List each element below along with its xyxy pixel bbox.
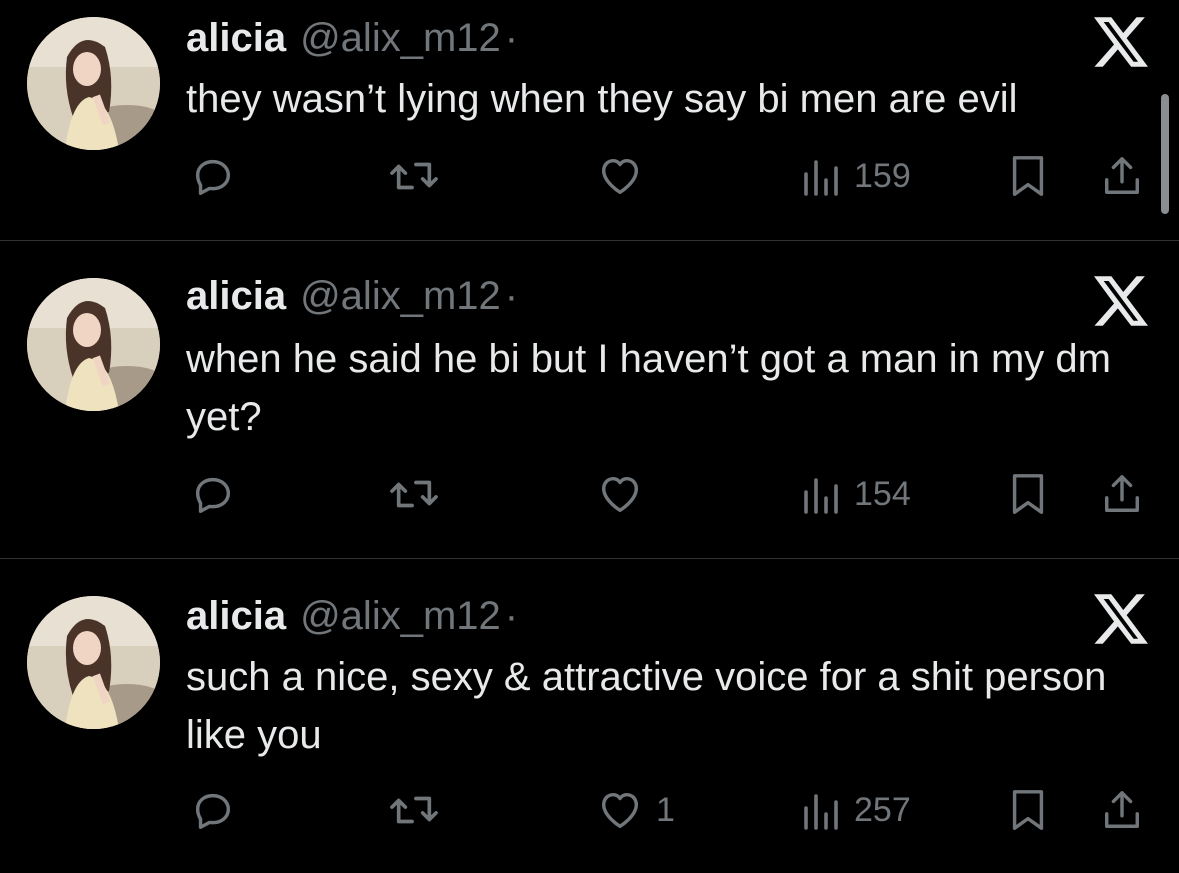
share-button[interactable]	[1101, 151, 1143, 201]
retweet-icon	[390, 162, 438, 190]
username-handle[interactable]: @alix_m12	[300, 272, 501, 320]
reply-button[interactable]	[190, 469, 236, 519]
share-icon	[1105, 475, 1139, 512]
bookmark-icon	[1012, 790, 1044, 830]
bookmark-button[interactable]	[1008, 469, 1048, 519]
reply-button[interactable]	[190, 785, 236, 835]
action-bar: 159	[0, 151, 1179, 201]
retweet-button[interactable]	[388, 469, 440, 519]
tweet-divider	[0, 240, 1179, 241]
heart-icon	[601, 476, 639, 513]
views-button[interactable]: 154	[802, 469, 911, 519]
action-bar: 1 257	[0, 785, 1179, 835]
view-count: 257	[854, 790, 911, 829]
tweet-header: alicia @alix_m12 ·	[186, 14, 518, 62]
tweet[interactable]: alicia @alix_m12 · they wasn’t lying whe…	[0, 0, 1179, 240]
views-icon	[804, 478, 838, 514]
reply-icon	[195, 793, 231, 829]
tweet-text: such a nice, sexy & attractive voice for…	[186, 655, 1107, 757]
avatar-illustration	[27, 278, 160, 411]
share-button[interactable]	[1101, 785, 1143, 835]
x-logo-icon[interactable]	[1094, 594, 1148, 644]
like-count: 1	[656, 790, 675, 829]
display-name[interactable]: alicia	[186, 592, 286, 640]
reply-icon	[195, 159, 231, 195]
views-button[interactable]: 257	[802, 785, 911, 835]
action-bar: 154	[0, 469, 1179, 519]
avatar[interactable]	[27, 278, 160, 411]
retweet-icon	[390, 796, 438, 824]
retweet-icon	[390, 480, 438, 508]
bookmark-icon	[1012, 474, 1044, 514]
like-button[interactable]: 1	[596, 785, 675, 835]
heart-icon	[601, 792, 639, 829]
display-name[interactable]: alicia	[186, 272, 286, 320]
bookmark-button[interactable]	[1008, 151, 1048, 201]
tweet-header: alicia @alix_m12 ·	[186, 592, 518, 640]
bookmark-icon	[1012, 156, 1044, 196]
tweet-divider	[0, 558, 1179, 559]
retweet-button[interactable]	[388, 151, 440, 201]
share-icon	[1105, 791, 1139, 828]
share-button[interactable]	[1101, 469, 1143, 519]
heart-icon	[601, 158, 639, 195]
avatar[interactable]	[27, 17, 160, 150]
scrollbar[interactable]	[1161, 94, 1169, 214]
like-button[interactable]	[596, 151, 656, 201]
username-handle[interactable]: @alix_m12	[300, 14, 501, 62]
like-button[interactable]	[596, 469, 656, 519]
view-count: 159	[854, 156, 911, 195]
view-count: 154	[854, 474, 911, 513]
tweet-text: they wasn’t lying when they say bi men a…	[186, 77, 1018, 121]
avatar[interactable]	[27, 596, 160, 729]
reply-icon	[195, 477, 231, 513]
tweet-text: when he said he bi but I haven’t got a m…	[186, 337, 1111, 439]
tweet[interactable]: alicia @alix_m12 · when he said he bi bu…	[0, 242, 1179, 558]
retweet-button[interactable]	[388, 785, 440, 835]
avatar-illustration	[27, 17, 160, 150]
tweet-feed: alicia @alix_m12 · they wasn’t lying whe…	[0, 0, 1179, 873]
separator-dot: ·	[504, 594, 519, 638]
reply-button[interactable]	[190, 151, 236, 201]
share-icon	[1105, 157, 1139, 194]
bookmark-button[interactable]	[1008, 785, 1048, 835]
x-logo-icon[interactable]	[1094, 276, 1148, 326]
separator-dot: ·	[504, 16, 519, 60]
avatar-illustration	[27, 596, 160, 729]
views-icon	[804, 160, 838, 196]
x-logo-icon[interactable]	[1094, 17, 1148, 67]
username-handle[interactable]: @alix_m12	[300, 592, 501, 640]
views-icon	[804, 794, 838, 830]
display-name[interactable]: alicia	[186, 14, 286, 62]
views-button[interactable]: 159	[802, 151, 911, 201]
tweet[interactable]: alicia @alix_m12 · such a nice, sexy & a…	[0, 560, 1179, 873]
tweet-header: alicia @alix_m12 ·	[186, 272, 518, 320]
separator-dot: ·	[504, 274, 519, 318]
